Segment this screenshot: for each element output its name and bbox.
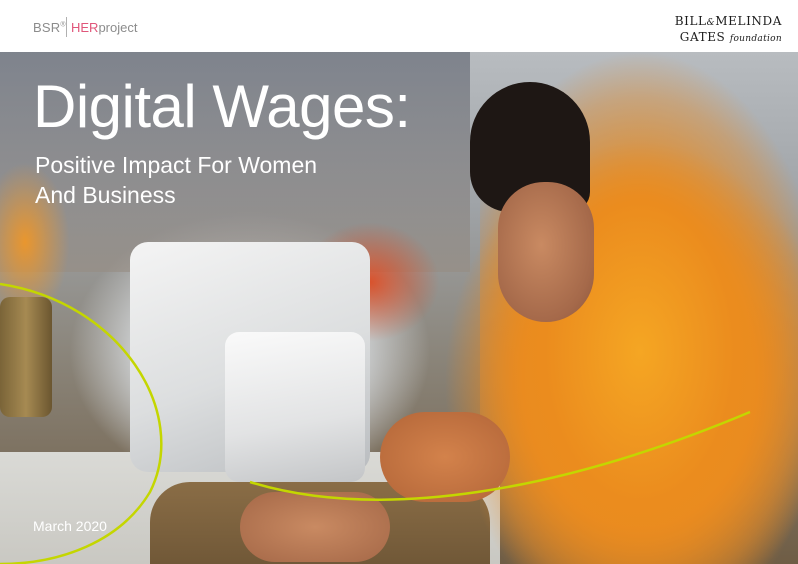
cover-title: Digital Wages: — [33, 73, 411, 140]
report-cover: BSR® HERproject BILL&MELINDA GATES found… — [0, 0, 798, 564]
bsr-logo: BSR® — [33, 20, 66, 35]
cover-subtitle: Positive Impact For Women And Business — [35, 152, 318, 208]
cover-photo: Digital Wages: Positive Impact For Women… — [0, 52, 798, 564]
header-bar: BSR® HERproject BILL&MELINDA GATES found… — [0, 0, 798, 52]
curve-right — [249, 410, 751, 501]
logo-divider — [66, 17, 67, 37]
herproject-logo: HERproject — [71, 20, 138, 35]
publication-date: March 2020 — [33, 518, 107, 534]
gates-foundation-logo: BILL&MELINDA GATES foundation — [674, 14, 782, 44]
